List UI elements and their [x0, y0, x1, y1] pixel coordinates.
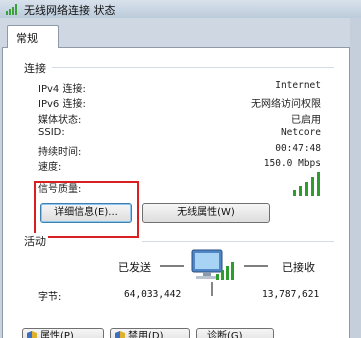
highlight-annotation-box: [34, 181, 139, 238]
disable-button-label: 禁用(D): [128, 331, 164, 338]
diagnose-button[interactable]: 诊断(G): [196, 328, 274, 338]
duration-label: 持续时间:: [38, 147, 82, 158]
uac-shield-icon: [115, 331, 125, 338]
bytes-received-value: 13,787,621: [262, 289, 320, 300]
title-bar[interactable]: 无线网络连接 状态: [0, 0, 361, 18]
received-label: 已接收: [282, 261, 315, 274]
disable-button[interactable]: 禁用(D): [110, 328, 190, 338]
window-title: 无线网络连接 状态: [24, 4, 116, 17]
tab-general-label: 常规: [16, 32, 38, 45]
tab-general[interactable]: 常规: [7, 25, 59, 48]
properties-button-label: 属性(P): [40, 331, 74, 338]
diagnose-button-label: 诊断(G): [207, 331, 243, 338]
connection-group-label: 连接: [24, 62, 46, 75]
bytes-label: 字节:: [38, 292, 62, 303]
ipv4-label: IPv4 连接:: [38, 84, 86, 95]
window-frame-right: [350, 18, 361, 338]
speed-value: 150.0 Mbps: [263, 158, 321, 169]
speed-label: 速度:: [38, 162, 62, 173]
activity-group-label: 活动: [24, 233, 48, 249]
ipv6-value: 无网络访问权限: [251, 99, 321, 110]
uac-shield-icon: [27, 331, 37, 338]
tab-strip: 常规: [0, 18, 361, 48]
connection-group-divider: [52, 67, 334, 68]
ipv6-label: IPv6 连接:: [38, 99, 86, 110]
activity-group-divider: [142, 241, 334, 242]
wireless-properties-button[interactable]: 无线属性(W): [142, 203, 270, 223]
ipv4-value: Internet: [275, 80, 321, 91]
bytes-sent-value: 64,033,442: [124, 289, 182, 300]
ssid-value: Netcore: [280, 127, 321, 138]
ssid-label: SSID:: [38, 127, 65, 138]
media-state-value: 已启用: [291, 115, 321, 126]
properties-button[interactable]: 属性(P): [22, 328, 104, 338]
wireless-signal-icon: [6, 4, 17, 15]
signal-strength-icon: [293, 172, 320, 196]
sent-label: 已发送: [118, 261, 151, 274]
duration-value: 00:47:48: [275, 143, 321, 154]
media-state-label: 媒体状态:: [38, 115, 82, 126]
